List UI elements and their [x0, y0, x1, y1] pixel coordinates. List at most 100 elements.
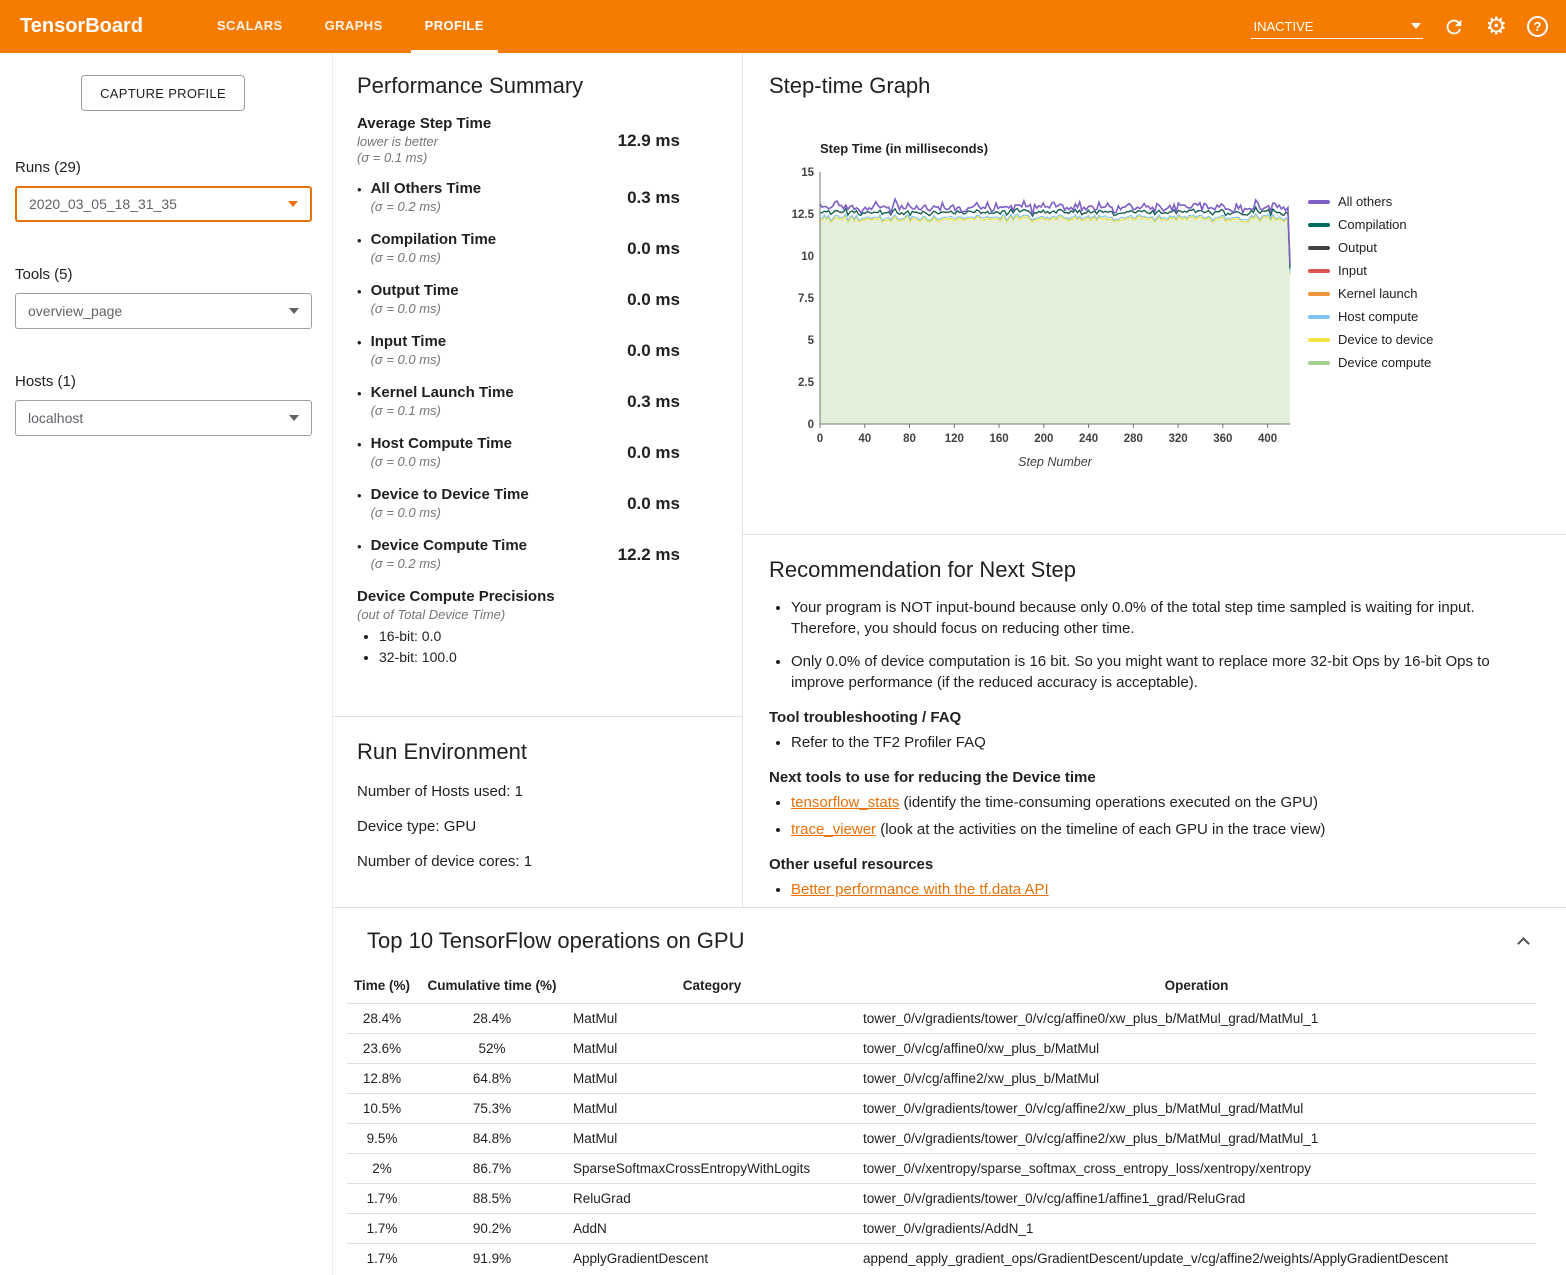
collapse-button[interactable] [1510, 928, 1536, 954]
x-axis-tick-label: 320 [1169, 433, 1188, 445]
performance-summary-column: Performance Summary Average Step Time lo… [333, 53, 743, 907]
help-icon[interactable]: ? [1527, 16, 1548, 37]
operation-cell: tower_0/v/gradients/tower_0/v/cg/affine2… [857, 1124, 1536, 1154]
legend-swatch-icon [1308, 223, 1330, 227]
legend-label: Output [1338, 240, 1377, 255]
time-cell: 10.5% [347, 1094, 417, 1124]
bullet-icon: • [357, 537, 362, 557]
run-environment-lines: Number of Hosts used: 1Device type: GPUN… [357, 783, 718, 870]
cumulative-cell: 75.3% [417, 1094, 567, 1124]
run-environment-title: Run Environment [357, 739, 718, 765]
bullet-icon: • [357, 333, 362, 353]
chevron-down-icon [288, 201, 298, 207]
faq-item: Refer to the TF2 Profiler FAQ [791, 732, 1526, 753]
metric-label: Device to Device Time [371, 486, 628, 505]
tab-profile[interactable]: PROFILE [411, 0, 498, 53]
operation-cell: append_apply_gradient_ops/GradientDescen… [857, 1244, 1536, 1274]
legend-item-device-to-device: Device to device [1308, 332, 1433, 347]
x-axis-tick-label: 200 [1034, 433, 1053, 445]
tool-link-tensorflow-stats[interactable]: tensorflow_stats [791, 794, 899, 811]
metric-value: 12.2 ms [618, 545, 680, 565]
hosts-select[interactable]: localhost [15, 400, 312, 436]
perf-summary-item: •Input Time(σ = 0.0 ms)0.0 ms [357, 333, 718, 368]
table-body: 28.4%28.4%MatMultower_0/v/gradients/towe… [347, 1004, 1536, 1274]
x-axis-tick-label: 400 [1258, 433, 1277, 445]
chevron-up-icon [1517, 937, 1530, 950]
x-axis-tick-label: 360 [1213, 433, 1232, 445]
metric-label: Input Time [371, 333, 628, 352]
recommendation-bullets: Your program is NOT input-bound because … [791, 597, 1526, 693]
reload-status-select[interactable]: INACTIVE [1251, 15, 1423, 39]
table-row: 1.7%91.9%ApplyGradientDescentappend_appl… [347, 1244, 1536, 1274]
metric-value: 0.0 ms [627, 443, 680, 463]
y-axis-tick-label: 15 [801, 167, 814, 179]
precisions-note: (out of Total Device Time) [357, 607, 718, 623]
table-row: 1.7%90.2%AddNtower_0/v/gradients/AddN_1 [347, 1214, 1536, 1244]
x-axis-tick-label: 280 [1124, 433, 1143, 445]
recommendation-bullet: Your program is NOT input-bound because … [791, 597, 1526, 639]
bullet-icon: • [357, 435, 362, 455]
table-row: 2%86.7%SparseSoftmaxCrossEntropyWithLogi… [347, 1154, 1536, 1184]
device-compute-precisions: Device Compute Precisions (out of Total … [357, 588, 718, 665]
y-axis-tick-label: 10 [801, 251, 814, 263]
capture-profile-button[interactable]: CAPTURE PROFILE [81, 75, 245, 111]
legend-item-device-compute: Device compute [1308, 355, 1433, 370]
runs-select[interactable]: 2020_03_05_18_31_35 [15, 186, 312, 222]
time-cell: 12.8% [347, 1064, 417, 1094]
tab-graphs[interactable]: GRAPHS [311, 0, 397, 53]
cumulative-cell: 88.5% [417, 1184, 567, 1214]
run-environment-line: Device type: GPU [357, 818, 718, 835]
other-resource-item: Better performance with the tf.data API [791, 879, 1526, 900]
right-column: Step-time Graph Step Time (in millisecon… [743, 53, 1566, 907]
metric-label: Average Step Time [357, 115, 491, 134]
category-cell: ReluGrad [567, 1184, 857, 1214]
settings-gear-icon[interactable]: ⚙ [1485, 15, 1507, 39]
app-header: TensorBoard SCALARSGRAPHSPROFILE INACTIV… [0, 0, 1566, 53]
cumulative-cell: 64.8% [417, 1064, 567, 1094]
table-row: 10.5%75.3%MatMultower_0/v/gradients/towe… [347, 1094, 1536, 1124]
time-cell: 28.4% [347, 1004, 417, 1034]
top-ops-card: Top 10 TensorFlow operations on GPU Time… [333, 908, 1566, 1275]
category-cell: ApplyGradientDescent [567, 1244, 857, 1274]
chevron-down-icon [1411, 23, 1421, 29]
precision-item: 16-bit: 0.0 [379, 628, 718, 644]
legend-label: Kernel launch [1338, 286, 1418, 301]
other-resources-heading: Other useful resources [769, 856, 1526, 873]
legend-swatch-icon [1308, 361, 1330, 365]
legend-label: Input [1338, 263, 1367, 278]
table-row: 28.4%28.4%MatMultower_0/v/gradients/towe… [347, 1004, 1536, 1034]
chevron-down-icon [289, 308, 299, 314]
legend-item-kernel-launch: Kernel launch [1308, 286, 1433, 301]
tfdata-performance-link[interactable]: Better performance with the tf.data API [791, 881, 1049, 898]
column-header-cumulative-time-: Cumulative time (%) [417, 968, 567, 1004]
metric-sigma: (σ = 0.1 ms) [357, 150, 491, 166]
hosts-select-value: localhost [28, 410, 83, 426]
metric-sigma: (σ = 0.0 ms) [371, 505, 628, 521]
time-cell: 1.7% [347, 1184, 417, 1214]
precisions-label: Device Compute Precisions [357, 588, 718, 607]
performance-summary-title: Performance Summary [357, 73, 718, 99]
perf-summary-item: •Output Time(σ = 0.0 ms)0.0 ms [357, 282, 718, 317]
metric-sigma: (σ = 0.0 ms) [371, 301, 628, 317]
x-axis-tick-label: 160 [989, 433, 1008, 445]
legend-swatch-icon [1308, 338, 1330, 342]
metric-value: 0.0 ms [627, 290, 680, 310]
legend-label: Host compute [1338, 309, 1418, 324]
refresh-icon[interactable] [1443, 16, 1465, 38]
column-header-operation: Operation [857, 968, 1536, 1004]
legend-item-host-compute: Host compute [1308, 309, 1433, 324]
tab-scalars[interactable]: SCALARS [203, 0, 297, 53]
perf-summary-item: •All Others Time(σ = 0.2 ms)0.3 ms [357, 180, 718, 215]
step-time-chart-canvas: 02.557.51012.515040801201602002402803203… [786, 164, 1298, 476]
top-ops-title: Top 10 TensorFlow operations on GPU [367, 928, 744, 954]
tools-label: Tools (5) [15, 266, 332, 283]
refresh-icon-glyph [1443, 16, 1465, 38]
y-axis-tick-label: 7.5 [798, 293, 815, 305]
tool-link-trace-viewer[interactable]: trace_viewer [791, 821, 876, 838]
legend-item-output: Output [1308, 240, 1433, 255]
tools-select[interactable]: overview_page [15, 293, 312, 329]
main-content: Performance Summary Average Step Time lo… [333, 53, 1566, 1275]
metric-sigma: (σ = 0.2 ms) [371, 556, 618, 572]
metric-list: •All Others Time(σ = 0.2 ms)0.3 ms•Compi… [357, 180, 718, 572]
table-header-row: Time (%)Cumulative time (%)CategoryOpera… [347, 968, 1536, 1004]
